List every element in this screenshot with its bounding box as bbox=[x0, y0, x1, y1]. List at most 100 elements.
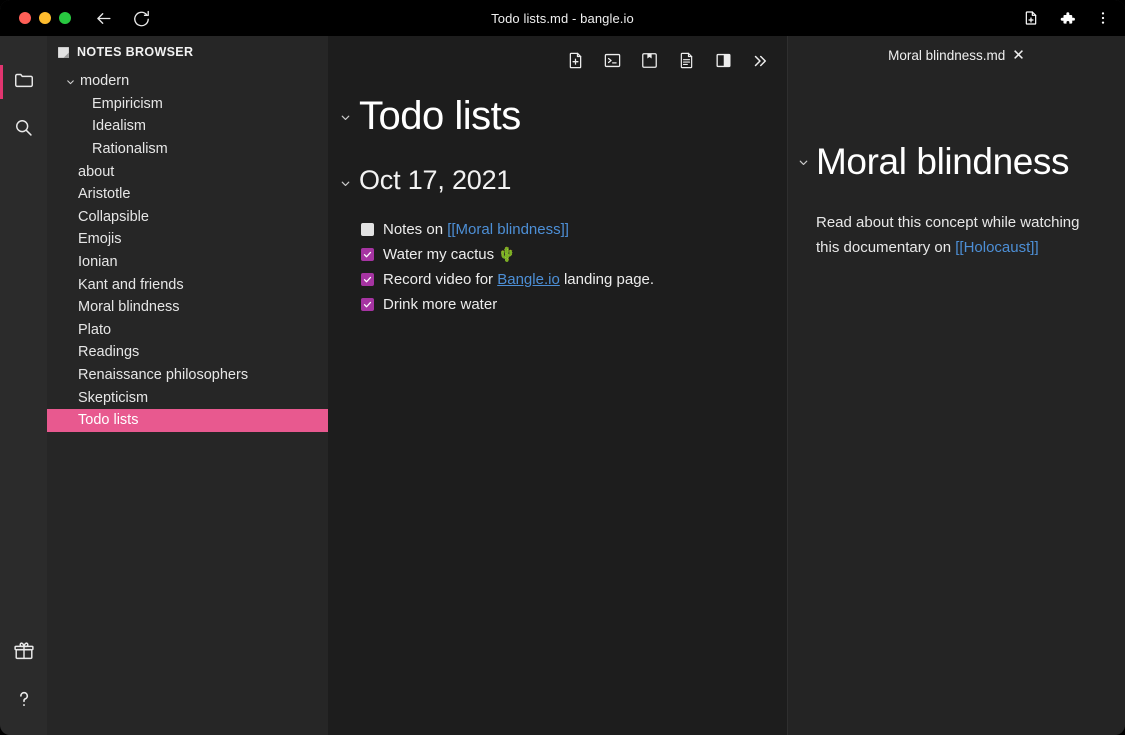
tree-item-label: Emojis bbox=[78, 231, 122, 247]
browser-nav-buttons bbox=[93, 8, 151, 28]
tree-item-emojis[interactable]: Emojis bbox=[47, 228, 328, 251]
wikilink[interactable]: [[Moral blindness]] bbox=[447, 221, 569, 238]
sidebar-item-files[interactable] bbox=[0, 58, 47, 106]
todo-item: Record video for Bangle.io landing page. bbox=[361, 267, 787, 292]
sidebar-item-help[interactable] bbox=[0, 677, 47, 725]
tree-item-label: Ionian bbox=[78, 254, 118, 270]
notes-icon bbox=[57, 46, 70, 59]
primary-editor-pane: Todo lists Oct 17, 2021 Notes on [[Moral… bbox=[328, 36, 787, 735]
window-close-button[interactable] bbox=[19, 12, 31, 24]
checkbox-checked[interactable] bbox=[361, 298, 374, 311]
activity-bar bbox=[0, 36, 47, 735]
puzzle-icon[interactable] bbox=[1057, 8, 1077, 28]
secondary-editor-pane: Moral blindness.md ✕ Moral blindness Rea… bbox=[788, 36, 1125, 735]
tree-item-empiricism[interactable]: Empiricism bbox=[47, 93, 328, 116]
chevron-down-icon[interactable] bbox=[339, 177, 352, 190]
notes-tree: modern Empiricism Idealism Rationalism about… bbox=[47, 67, 328, 432]
window-traffic-lights bbox=[0, 12, 71, 24]
wikilink-holocaust[interactable]: [[Holocaust]] bbox=[955, 239, 1038, 256]
window-title: Todo lists.md - bangle.io bbox=[0, 0, 1125, 36]
save-note-button[interactable] bbox=[638, 52, 660, 74]
terminal-icon bbox=[603, 51, 622, 75]
app-window: Todo lists.md - bangle.io bbox=[0, 0, 1125, 735]
browser-title-bar: Todo lists.md - bangle.io bbox=[0, 0, 1125, 36]
tree-item-aristotle[interactable]: Aristotle bbox=[47, 183, 328, 206]
chevron-down-icon[interactable] bbox=[65, 76, 76, 87]
folder-icon bbox=[13, 69, 35, 96]
tree-item-idealism[interactable]: Idealism bbox=[47, 115, 328, 138]
reload-button[interactable] bbox=[131, 8, 151, 28]
document-icon bbox=[677, 51, 696, 75]
checkbox-checked[interactable] bbox=[361, 248, 374, 261]
editor-toolbar bbox=[564, 52, 771, 74]
back-button[interactable] bbox=[93, 8, 113, 28]
plain-text: Record video for bbox=[383, 271, 497, 288]
todo-item: Water my cactus 🌵 bbox=[361, 242, 787, 267]
tree-item-label: Empiricism bbox=[92, 96, 163, 112]
todo-item: Drink more water bbox=[361, 292, 787, 317]
checkbox-checked[interactable] bbox=[361, 273, 374, 286]
search-icon bbox=[13, 117, 34, 143]
split-screen-icon bbox=[714, 51, 733, 75]
tree-item-modern[interactable]: modern bbox=[47, 70, 328, 93]
tree-item-plato[interactable]: Plato bbox=[47, 319, 328, 342]
plain-text: Drink more water bbox=[383, 296, 497, 313]
plain-text: Water my cactus bbox=[383, 246, 498, 263]
window-maximize-button[interactable] bbox=[59, 12, 71, 24]
gift-icon bbox=[13, 640, 35, 667]
todo-text: Water my cactus 🌵 bbox=[383, 242, 516, 267]
secondary-page-title: Moral blindness bbox=[788, 140, 1099, 184]
tree-item-label: Readings bbox=[78, 344, 139, 360]
chevron-down-icon[interactable] bbox=[339, 111, 352, 124]
plain-text: Notes on bbox=[383, 221, 447, 238]
tree-item-moral-blindness[interactable]: Moral blindness bbox=[47, 296, 328, 319]
notes-browser-title: NOTES BROWSER bbox=[77, 45, 193, 59]
tree-item-label: Rationalism bbox=[92, 141, 168, 157]
kebab-menu-icon[interactable] bbox=[1093, 8, 1113, 28]
tree-item-renaissance-philosophers[interactable]: Renaissance philosophers bbox=[47, 364, 328, 387]
more-options-button[interactable] bbox=[749, 52, 771, 74]
browser-actions bbox=[1021, 0, 1113, 36]
tree-item-label: Renaissance philosophers bbox=[78, 367, 248, 383]
tree-item-label: Moral blindness bbox=[78, 299, 180, 315]
sidebar-item-whats-new[interactable] bbox=[0, 629, 47, 677]
secondary-paragraph: Read about this concept while watching t… bbox=[788, 210, 1099, 260]
file-plus-icon bbox=[566, 51, 585, 75]
toggle-split-button[interactable] bbox=[712, 52, 734, 74]
tree-item-label: about bbox=[78, 164, 114, 180]
tree-item-readings[interactable]: Readings bbox=[47, 341, 328, 364]
todo-item: Notes on [[Moral blindness]] bbox=[361, 217, 787, 242]
tree-item-about[interactable]: about bbox=[47, 160, 328, 183]
primary-document[interactable]: Todo lists Oct 17, 2021 Notes on [[Moral… bbox=[328, 36, 787, 317]
sidebar-item-search[interactable] bbox=[0, 106, 47, 154]
checkbox-unchecked[interactable] bbox=[361, 223, 374, 236]
note-outline-button[interactable] bbox=[675, 52, 697, 74]
tree-item-ionian[interactable]: Ionian bbox=[47, 251, 328, 274]
window-minimize-button[interactable] bbox=[39, 12, 51, 24]
tree-item-skepticism[interactable]: Skepticism bbox=[47, 386, 328, 409]
tree-item-label: Todo lists bbox=[78, 412, 138, 428]
chevron-down-icon[interactable] bbox=[797, 156, 810, 169]
tree-item-label: modern bbox=[80, 73, 129, 89]
tree-item-kant-and-friends[interactable]: Kant and friends bbox=[47, 273, 328, 296]
notes-browser-sidebar: NOTES BROWSER modern Empiricism Idealism Ra… bbox=[47, 36, 328, 735]
tree-item-label: Collapsible bbox=[78, 209, 149, 225]
cactus-emoji: 🌵 bbox=[498, 246, 515, 262]
tree-item-label: Skepticism bbox=[78, 390, 148, 406]
secondary-document[interactable]: Moral blindness Read about this concept … bbox=[788, 36, 1125, 260]
date-heading: Oct 17, 2021 bbox=[328, 165, 511, 196]
new-note-button[interactable] bbox=[564, 52, 586, 74]
external-link[interactable]: Bangle.io bbox=[497, 271, 560, 288]
command-palette-button[interactable] bbox=[601, 52, 623, 74]
tree-item-collapsible[interactable]: Collapsible bbox=[47, 206, 328, 229]
tree-item-label: Idealism bbox=[92, 118, 146, 134]
chevron-double-right-icon bbox=[751, 52, 769, 75]
plain-text: landing page. bbox=[560, 271, 654, 288]
notes-browser-header: NOTES BROWSER bbox=[47, 36, 328, 67]
tree-item-todo-lists[interactable]: Todo lists bbox=[47, 409, 328, 432]
page-title: Todo lists bbox=[328, 94, 541, 139]
note-title-row: Todo lists bbox=[328, 94, 787, 139]
install-app-icon[interactable] bbox=[1021, 8, 1041, 28]
todo-text: Record video for Bangle.io landing page. bbox=[383, 267, 654, 292]
tree-item-rationalism[interactable]: Rationalism bbox=[47, 138, 328, 161]
